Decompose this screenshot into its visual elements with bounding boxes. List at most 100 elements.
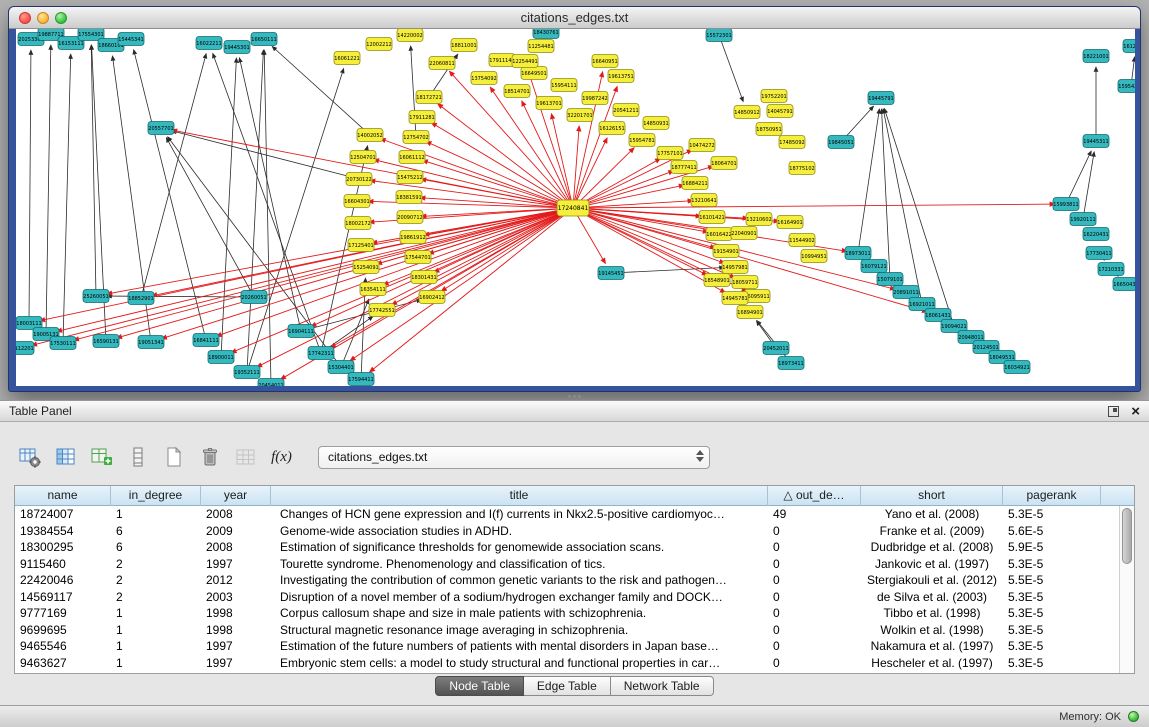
graph-node[interactable]: 20541211 (613, 104, 639, 117)
graph-node[interactable]: 16354111 (360, 283, 386, 296)
graph-node[interactable]: 18750951 (756, 123, 782, 136)
table-cell[interactable]: Changes of HCN gene expression and I(f) … (271, 506, 768, 523)
table-cell[interactable]: 0 (768, 622, 861, 639)
graph-node[interactable]: 16112201 (16, 342, 34, 355)
graph-node[interactable]: 19445301 (224, 41, 250, 54)
column-header-year[interactable]: year (201, 486, 271, 506)
table-cell[interactable]: 6 (111, 523, 201, 540)
graph-node[interactable]: 32201701 (567, 109, 593, 122)
graph-edge[interactable] (882, 109, 890, 279)
table-cell[interactable]: Wolkin et al. (1998) (861, 622, 1003, 639)
graph-node[interactable]: 19861912 (400, 231, 426, 244)
table-cell[interactable]: 1 (111, 638, 201, 655)
graph-edge[interactable] (107, 208, 573, 294)
graph-node[interactable]: 22040901 (731, 227, 757, 240)
graph-node[interactable]: 19845051 (828, 136, 854, 149)
table-cell[interactable]: Investigating the contribution of common… (271, 572, 768, 589)
graph-node[interactable]: 20090712 (397, 211, 423, 224)
graph-node[interactable]: 18775102 (789, 162, 815, 175)
graph-node[interactable]: 16649501 (521, 67, 547, 80)
graph-node[interactable]: 15954111 (551, 79, 577, 92)
table-cell[interactable]: 2008 (201, 506, 271, 523)
graph-node[interactable]: 13754092 (471, 72, 497, 85)
network-canvas[interactable]: 1724084118172721179112811275470216061112… (16, 29, 1135, 386)
column-header-out-degree[interactable]: △ out_de… (768, 486, 861, 506)
graph-node[interactable]: 15079101 (877, 273, 903, 286)
table-cell[interactable]: Dudbridge et al. (2008) (861, 539, 1003, 556)
table-cell[interactable]: 5.6E-5 (1003, 523, 1101, 540)
table-cell[interactable]: 5.3E-5 (1003, 638, 1101, 655)
table-cell[interactable]: 1 (111, 622, 201, 639)
graph-node[interactable]: 15304401 (328, 361, 354, 374)
graph-edge[interactable] (264, 50, 271, 385)
graph-node[interactable]: 18381591 (396, 191, 422, 204)
graph-node[interactable]: 14850931 (643, 117, 669, 130)
graph-node[interactable]: 19987242 (582, 92, 608, 105)
graph-node[interactable]: 17530111 (50, 337, 76, 350)
table-cell[interactable]: 0 (768, 589, 861, 606)
graph-node[interactable]: 10474272 (689, 139, 715, 152)
table-cell[interactable]: 5.5E-5 (1003, 572, 1101, 589)
graph-edge[interactable] (221, 58, 236, 357)
table-cell[interactable]: 2003 (201, 589, 271, 606)
graph-node[interactable]: 19145451 (598, 267, 624, 280)
table-cell[interactable]: 6 (111, 539, 201, 556)
graph-node[interactable]: 19920111 (1070, 213, 1096, 226)
graph-edge[interactable] (57, 208, 573, 331)
column-header-in-degree[interactable]: in_degree (111, 486, 201, 506)
graph-node[interactable]: 10994951 (801, 250, 827, 263)
graph-node[interactable]: 22060811 (429, 57, 455, 70)
graph-node[interactable]: 16022211 (196, 37, 222, 50)
function-icon[interactable]: f(x) (268, 444, 295, 471)
graph-node[interactable]: 16604301 (344, 195, 370, 208)
table-cell[interactable]: 0 (768, 655, 861, 672)
table-cell[interactable]: Estimation of the future numbers of pati… (271, 638, 768, 655)
table-cell[interactable]: 2009 (201, 523, 271, 540)
table-cell[interactable]: 2 (111, 589, 201, 606)
graph-node[interactable]: 18059711 (732, 276, 758, 289)
table-cell[interactable]: 9465546 (15, 638, 111, 655)
import-table-icon[interactable] (232, 444, 259, 471)
table-row[interactable]: 1938455462009Genome-wide association stu… (15, 523, 1119, 540)
graph-node[interactable]: 19445311 (1083, 135, 1109, 148)
graph-edge[interactable] (74, 208, 573, 340)
graph-node[interactable]: 12002212 (366, 38, 392, 51)
new-column-icon[interactable] (88, 444, 115, 471)
table-row[interactable]: 977716911998Corpus callosum shape and si… (15, 605, 1119, 622)
graph-node[interactable]: 15993811 (1053, 198, 1079, 211)
graph-edge[interactable] (166, 138, 254, 297)
graph-edge[interactable] (1066, 151, 1091, 204)
graph-node[interactable]: 19352111 (234, 366, 260, 379)
graph-node[interactable]: 16650111 (251, 33, 277, 46)
column-header-short[interactable]: short (861, 486, 1003, 506)
column-header-name[interactable]: name (15, 486, 111, 506)
table-cell[interactable]: 9699695 (15, 622, 111, 639)
graph-node[interactable]: 12254491 (512, 55, 538, 68)
tab-edge-table[interactable]: Edge Table (524, 676, 611, 696)
table-cell[interactable]: 1997 (201, 638, 271, 655)
graph-node[interactable]: 17911281 (409, 111, 435, 124)
table-cell[interactable]: de Silva et al. (2003) (861, 589, 1003, 606)
table-cell[interactable]: 2012 (201, 572, 271, 589)
table-cell[interactable]: Estimation of significance thresholds fo… (271, 539, 768, 556)
graph-node[interactable]: 17730411 (1086, 247, 1112, 260)
window-titlebar[interactable]: citations_edges.txt (9, 7, 1140, 29)
graph-node[interactable]: 16123301 (1123, 40, 1135, 53)
graph-node[interactable]: 16650431 (1113, 278, 1135, 291)
show-columns-icon[interactable] (52, 444, 79, 471)
table-cell[interactable]: Hescheler et al. (1997) (861, 655, 1003, 672)
table-cell[interactable]: 1 (111, 605, 201, 622)
graph-node[interactable]: 16590131 (93, 335, 119, 348)
table-cell[interactable]: Tibbo et al. (1998) (861, 605, 1003, 622)
table-cell[interactable]: 2 (111, 572, 201, 589)
graph-node[interactable]: 25260051 (83, 290, 109, 303)
table-cell[interactable]: 9777169 (15, 605, 111, 622)
graph-node[interactable]: 16016422 (706, 228, 732, 241)
graph-node[interactable]: 13210641 (691, 194, 717, 207)
graph-edge[interactable] (141, 54, 206, 298)
table-cell[interactable]: 1998 (201, 605, 271, 622)
float-panel-icon[interactable] (1108, 406, 1119, 417)
table-row[interactable]: 2242004622012Investigating the contribut… (15, 572, 1119, 589)
table-cell[interactable]: 22420046 (15, 572, 111, 589)
table-cell[interactable]: Structural magnetic resonance image aver… (271, 622, 768, 639)
